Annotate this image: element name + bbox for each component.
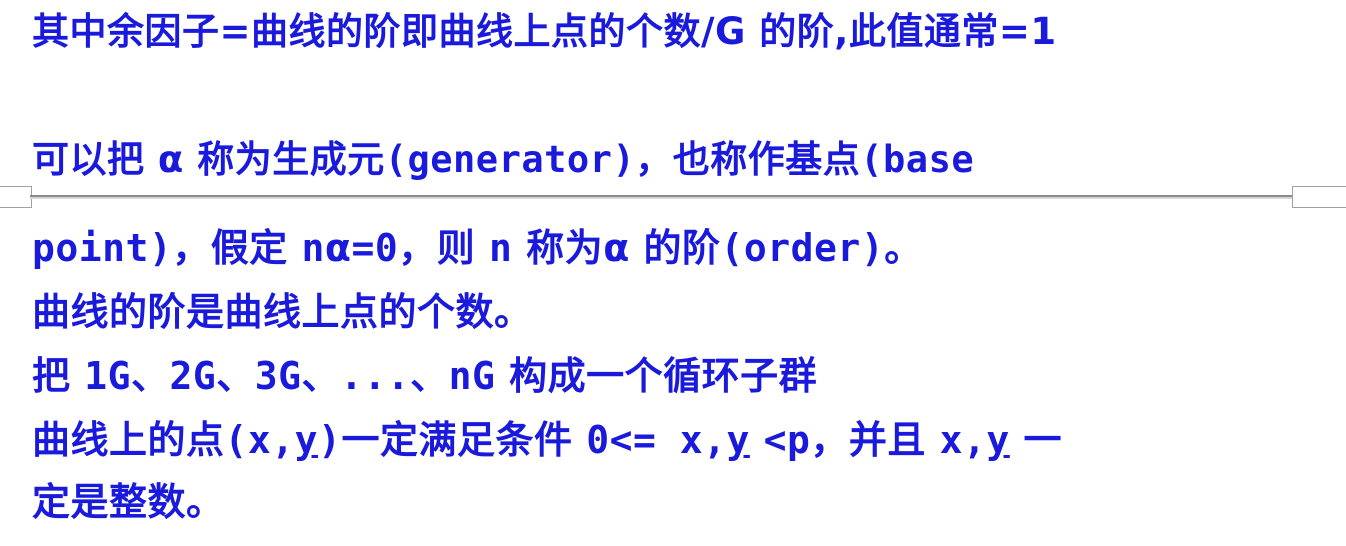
divider-left-cap: [0, 186, 32, 208]
text-segment: 。: [884, 226, 923, 270]
divider-right-cap: [1292, 186, 1346, 208]
divider-rule: [30, 195, 1292, 199]
page-divider: [0, 186, 1346, 212]
text-line-cofactor: 其中余因子=曲线的阶即曲线上点的个数/G 的阶,此值通常=1: [32, 10, 1057, 53]
symbol-alpha: α: [324, 226, 352, 270]
code-condition: 0<= x,: [586, 418, 727, 462]
symbol-alpha: α: [603, 226, 630, 270]
text-segment: 称为生成元: [197, 138, 385, 181]
text-segment: 构成一个循环子群: [509, 354, 818, 398]
code-order: (order): [720, 226, 885, 270]
code-generator: (generator): [384, 138, 636, 181]
text-line-point-condition: 曲线上的点(x,y)一定满足条件 0<= x,y <p，并且 x,y 一: [32, 416, 1062, 464]
code-y: y: [986, 418, 1010, 462]
text-segment: 把: [32, 354, 71, 398]
text-line-order: point)，假定 nα=0，则 n 称为α 的阶(order)。: [32, 224, 923, 272]
text-segment: 曲线上的点: [32, 418, 225, 462]
code-y: y: [726, 418, 750, 462]
text-segment: 一定满足条件: [341, 418, 573, 462]
text-segment: 一: [1023, 418, 1063, 462]
text-segment: ，并且: [810, 418, 926, 462]
code-x: (x,: [224, 418, 295, 462]
code-x: x,: [939, 418, 987, 462]
text-segment: ，则: [398, 226, 476, 270]
code-multiples: 1G、2G、3G、...、nG: [84, 354, 496, 398]
code-point: point): [32, 226, 173, 270]
code-base: (base: [860, 138, 975, 181]
symbol-n: n: [489, 226, 513, 270]
text-line-integer: 定是整数。: [32, 480, 225, 524]
code-paren: ): [318, 418, 342, 462]
text-segment: 称为: [526, 226, 604, 270]
code-less-p: <p: [763, 418, 811, 462]
text-line-cyclic-subgroup: 把 1G、2G、3G、...、nG 构成一个循环子群: [32, 352, 817, 400]
text-segment: 可以把: [32, 138, 145, 181]
text-line-curve-order: 曲线的阶是曲线上点的个数。: [32, 290, 533, 334]
text-line-generator: 可以把 α 称为生成元(generator)，也称作基点(base: [32, 136, 974, 184]
text-segment: ，也称作基点: [635, 138, 861, 181]
symbol-alpha: α: [157, 138, 184, 181]
text-segment: ，假定: [172, 226, 288, 270]
symbol-n: n: [301, 226, 325, 270]
text-segment: 的阶: [643, 226, 721, 270]
code-y: y: [294, 418, 319, 462]
code-equals-zero: =0: [351, 226, 399, 270]
